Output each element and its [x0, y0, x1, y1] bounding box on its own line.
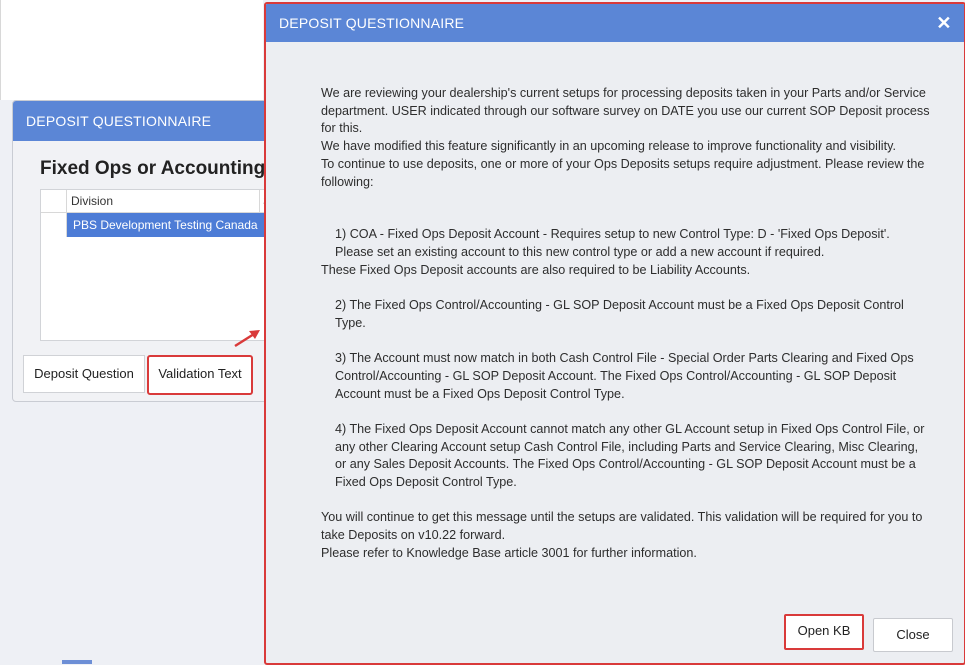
grid-header: Division S	[41, 190, 273, 213]
row-selector[interactable]	[41, 213, 67, 237]
column-separator	[259, 190, 260, 212]
close-icon[interactable]: ✕	[934, 4, 954, 42]
divider	[0, 0, 1, 100]
top-blank-area	[0, 0, 263, 100]
division-cell[interactable]: PBS Development Testing Canada	[67, 213, 273, 237]
column-header-division[interactable]: Division	[71, 194, 113, 208]
intro-paragraph: We are reviewing your dealership's curre…	[321, 86, 930, 136]
dialog-titlebar: DEPOSIT QUESTIONNAIRE ✕	[266, 4, 964, 42]
annotation-arrow-icon	[234, 330, 260, 348]
background-dialog-title: DEPOSIT QUESTIONNAIRE	[13, 101, 273, 141]
open-kb-button[interactable]: Open KB	[784, 614, 864, 650]
table-row[interactable]: PBS Development Testing Canada	[41, 213, 273, 237]
intro-paragraph: To continue to use deposits, one or more…	[321, 156, 925, 189]
intro-paragraph: We have modified this feature significan…	[321, 139, 896, 154]
taskbar-accent	[62, 660, 92, 664]
row-selector-header	[41, 190, 67, 212]
requirement-item: 2) The Fixed Ops Control/Accounting - GL…	[335, 298, 904, 330]
footer-paragraph: Please refer to Knowledge Base article 3…	[321, 545, 697, 560]
validation-message: We are reviewing your dealership's curre…	[321, 85, 931, 563]
division-grid: Division S PBS Development Testing Canad…	[40, 189, 273, 341]
tab-validation-text[interactable]: Validation Text	[147, 355, 253, 395]
footer-paragraph: You will continue to get this message un…	[321, 510, 923, 543]
requirement-item: 3) The Account must now match in both Ca…	[335, 351, 914, 401]
dialog-title: DEPOSIT QUESTIONNAIRE	[279, 15, 465, 31]
close-button[interactable]: Close	[873, 618, 953, 652]
requirement-item: 4) The Fixed Ops Deposit Account cannot …	[335, 421, 925, 490]
requirement-item: 1) COA - Fixed Ops Deposit Account - Req…	[335, 227, 890, 259]
deposit-questionnaire-dialog: DEPOSIT QUESTIONNAIRE ✕ We are reviewing…	[264, 2, 965, 665]
background-dialog: DEPOSIT QUESTIONNAIRE Fixed Ops or Accou…	[12, 100, 274, 402]
tab-deposit-question[interactable]: Deposit Question	[23, 355, 145, 393]
requirement-item-note: These Fixed Ops Deposit accounts are als…	[321, 262, 751, 277]
background-dialog-heading: Fixed Ops or Accounting Sit	[40, 158, 274, 179]
